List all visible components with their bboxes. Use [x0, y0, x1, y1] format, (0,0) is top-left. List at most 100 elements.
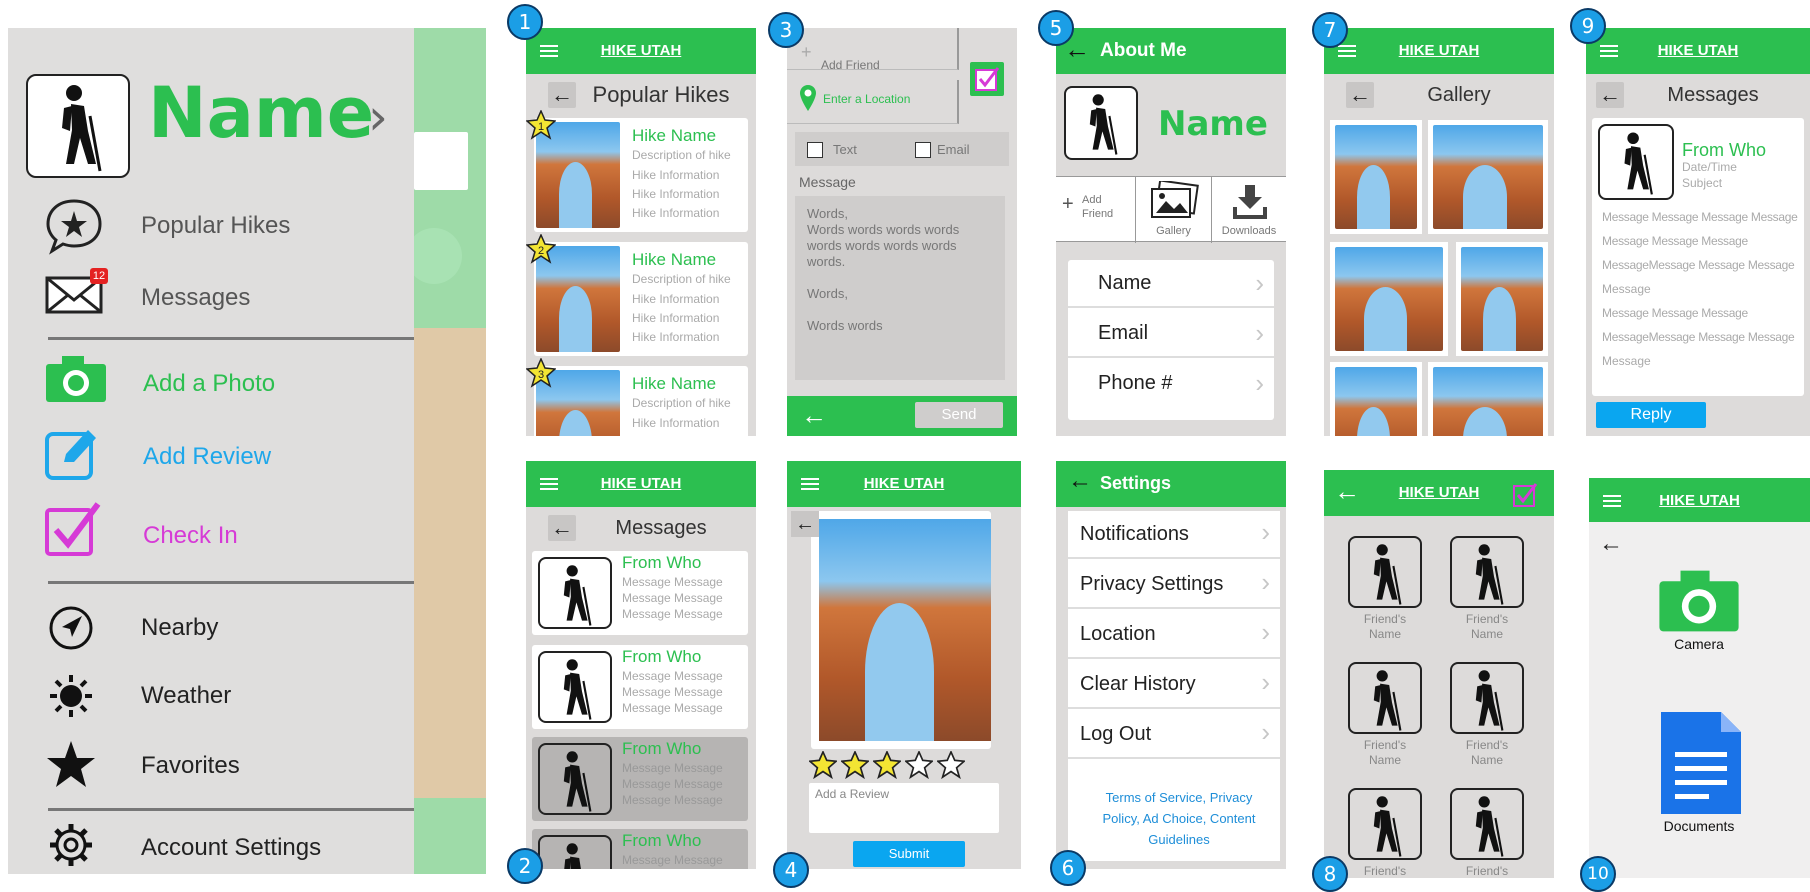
top-bar: HIKE UTAH — [526, 28, 756, 74]
text-checkbox[interactable] — [807, 142, 823, 158]
star-empty-icon[interactable] — [937, 751, 965, 779]
menu-item-account-settings[interactable]: Account Settings — [44, 820, 404, 870]
bottom-bar: ← Send — [787, 396, 1017, 436]
settings-row-log-out[interactable]: Log Out › — [1068, 711, 1280, 759]
menu-item-add-review[interactable]: Add Review — [44, 426, 404, 486]
check-in-button[interactable] — [970, 62, 1004, 96]
friend-name: Friend's — [1363, 864, 1407, 878]
gallery-photo[interactable] — [1428, 120, 1548, 234]
menu-item-messages[interactable]: 12 Messages — [44, 264, 404, 324]
message-preview: Message Message — [622, 793, 723, 807]
chevron-right-icon: › — [1261, 567, 1270, 597]
review-input[interactable]: Add a Review — [809, 783, 999, 833]
camera-option[interactable]: Camera — [1649, 568, 1749, 668]
gallery-action[interactable]: Gallery — [1136, 177, 1212, 243]
rank-number: 3 — [538, 369, 544, 381]
chevron-right-icon: › — [1261, 667, 1270, 697]
info-row-phone[interactable]: Phone # › — [1068, 360, 1274, 408]
friend-tile[interactable]: Friend's Name — [1346, 662, 1426, 772]
hiker-icon — [563, 659, 592, 720]
step-number-10: 10 — [1580, 856, 1616, 892]
star-rating[interactable] — [809, 751, 979, 781]
reply-button[interactable]: Reply — [1596, 402, 1706, 428]
message-line: Message Message Message Message — [1602, 210, 1798, 224]
info-row-email[interactable]: Email › — [1068, 310, 1274, 358]
screen-messages-list: HIKE UTAH ← Messages From Who Message Me… — [526, 461, 756, 869]
message-card[interactable]: From Who Message Message Message Message… — [532, 551, 748, 635]
row-label: Location — [1080, 623, 1156, 645]
hike-description: Description of hike — [632, 272, 731, 286]
hike-info: Hike Information — [632, 168, 720, 182]
app-title: HIKE UTAH — [600, 475, 682, 492]
photo-frame — [811, 511, 991, 749]
menu-item-check-in[interactable]: Check In — [44, 502, 404, 562]
locate-icon — [406, 228, 462, 284]
message-textarea[interactable]: Words, Words words words words words wor… — [795, 196, 1005, 380]
friend-tile[interactable]: Friend's — [1346, 788, 1426, 878]
checkbox-icon[interactable] — [1512, 482, 1540, 508]
star-empty-icon[interactable] — [905, 751, 933, 779]
settings-row-location[interactable]: Location › — [1068, 611, 1280, 659]
message-card[interactable]: From Who Message Message Message Message… — [532, 645, 748, 729]
location-input[interactable]: Enter a Location — [823, 92, 910, 106]
legal-links[interactable]: Terms of Service, Privacy Policy, Ad Cho… — [1092, 787, 1266, 850]
friend-tile[interactable]: Friend's Name — [1448, 662, 1528, 772]
submit-button[interactable]: Submit — [853, 841, 965, 867]
menu-item-popular-hikes[interactable]: Popular Hikes — [44, 196, 404, 256]
gallery-photo[interactable] — [1330, 362, 1422, 436]
divider — [48, 337, 414, 340]
hike-card[interactable]: Hike Name Description of hike Hike Infor… — [534, 366, 748, 436]
info-row-name[interactable]: Name › — [1068, 260, 1274, 308]
message-preview: Message Message — [622, 591, 723, 605]
action-label: Add Friend — [1082, 194, 1114, 220]
email-checkbox[interactable] — [915, 142, 931, 158]
friend-tile[interactable]: Friend's Name — [1448, 536, 1528, 646]
message-card-read[interactable]: From Who Message Message Message Message… — [532, 737, 748, 821]
star-filled-icon[interactable] — [809, 751, 837, 779]
gallery-photo[interactable] — [1330, 242, 1448, 356]
profile-name[interactable]: Name — [148, 72, 374, 154]
chevron-right-icon[interactable]: › — [368, 88, 388, 146]
top-bar: ← Settings — [1056, 461, 1286, 507]
add-friend-row[interactable]: + Add Friend — [787, 28, 959, 72]
rank-star-icon: 1 — [526, 110, 556, 140]
star-filled-icon[interactable] — [841, 751, 869, 779]
add-friend-action[interactable]: + Add Friend — [1056, 177, 1136, 243]
back-arrow-icon[interactable]: ← — [1599, 530, 1623, 558]
location-row[interactable]: Enter a Location — [787, 80, 959, 124]
menu-item-favorites[interactable]: Favorites — [44, 738, 404, 794]
downloads-action[interactable]: Downloads — [1212, 177, 1286, 243]
back-arrow-icon[interactable]: ← — [1068, 467, 1092, 495]
back-arrow-icon[interactable]: ← — [791, 511, 819, 537]
message-line: Message — [1602, 282, 1651, 296]
back-arrow-icon[interactable]: ← — [801, 400, 827, 431]
gallery-photo[interactable] — [1456, 242, 1548, 356]
message-detail-card: From Who Date/Time Subject Message Messa… — [1592, 118, 1804, 396]
profile-avatar[interactable] — [26, 74, 130, 178]
friend-tile[interactable]: Friend's — [1448, 788, 1528, 878]
chevron-right-icon: › — [1255, 318, 1264, 348]
hike-card[interactable]: Hike Name Description of hike Hike Infor… — [534, 118, 748, 232]
documents-option[interactable]: Documents — [1645, 710, 1753, 834]
hike-name: Hike Name — [632, 374, 717, 393]
send-button[interactable]: Send — [915, 402, 1003, 428]
top-bar: ← HIKE UTAH — [1324, 470, 1554, 516]
settings-row-notifications[interactable]: Notifications › — [1068, 511, 1280, 559]
message-card-read[interactable]: From Who Message Message — [532, 829, 748, 869]
settings-row-clear-history[interactable]: Clear History › — [1068, 661, 1280, 709]
screen-friends: ← HIKE UTAH Friend's Name Friend's Name … — [1324, 470, 1554, 878]
avatar — [538, 651, 612, 723]
friend-name: Friend's Name — [1465, 738, 1509, 767]
star-filled-icon[interactable] — [873, 751, 901, 779]
menu-item-add-photo[interactable]: Add a Photo — [44, 354, 404, 414]
hike-photo — [819, 519, 991, 741]
gallery-photo[interactable] — [1428, 362, 1548, 436]
friend-tile[interactable]: Friend's Name — [1346, 536, 1426, 646]
settings-row-privacy[interactable]: Privacy Settings › — [1068, 561, 1280, 609]
hike-card[interactable]: Hike Name Description of hike Hike Infor… — [534, 242, 748, 356]
message-preview: Message Message — [622, 607, 723, 621]
gallery-photo[interactable] — [1330, 120, 1422, 234]
menu-item-weather[interactable]: Weather — [44, 670, 404, 726]
menu-item-nearby[interactable]: Nearby — [44, 602, 404, 658]
hiker-icon — [563, 751, 592, 812]
